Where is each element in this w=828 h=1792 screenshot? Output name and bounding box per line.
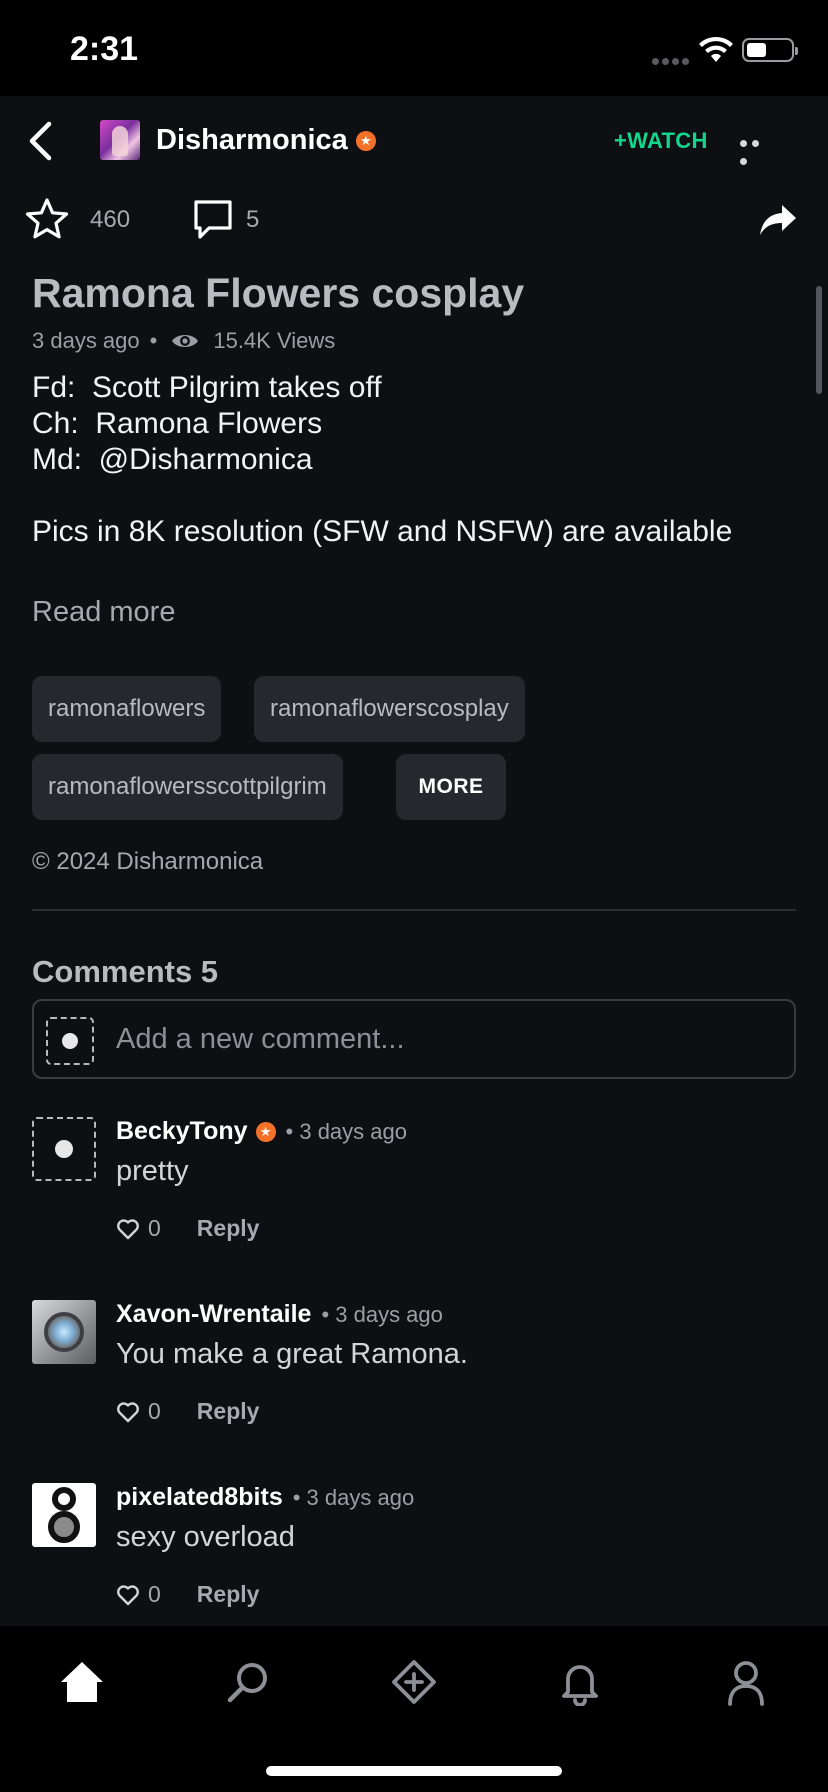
heart-icon[interactable] [116, 1401, 140, 1423]
post-actions: 460 5 [0, 186, 828, 254]
like-count: 0 [148, 1398, 161, 1424]
comment-time: • 3 days ago [285, 1118, 407, 1144]
like-count: 0 [148, 1581, 161, 1607]
post-meta: 3 days ago • 15.4K Views [32, 328, 335, 354]
more-tags-button[interactable]: MORE [396, 754, 506, 820]
create-icon[interactable] [390, 1658, 438, 1706]
more-options-icon[interactable] [740, 134, 774, 165]
signal-icon [652, 52, 692, 65]
commenter-name[interactable]: BeckyTony • 3 days ago [116, 1117, 407, 1146]
comment-item: Xavon-Wrentaile • 3 days ago You make a … [0, 1300, 828, 1483]
post-date: 3 days ago [32, 328, 140, 353]
favorite-count: 460 [90, 206, 131, 233]
status-time: 2:31 [70, 30, 139, 68]
comment-actions: 0 Reply [116, 1398, 259, 1425]
comment-actions: 0 Reply [116, 1581, 259, 1608]
comment-actions: 0 Reply [116, 1215, 259, 1242]
profile-icon[interactable] [722, 1658, 770, 1706]
view-count: 15.4K Views [213, 328, 336, 353]
status-bar: 2:31 [0, 0, 828, 96]
post-title: Ramona Flowers cosplay [32, 270, 525, 316]
author-name[interactable]: Disharmonica [156, 124, 376, 157]
new-comment-input[interactable]: Add a new comment... [32, 999, 796, 1079]
description-spacer [32, 478, 732, 514]
description-line: Md: @Disharmonica [32, 443, 313, 476]
comment-bubble-icon[interactable] [192, 198, 234, 242]
battery-icon [742, 38, 798, 62]
home-icon[interactable] [58, 1658, 106, 1706]
tag-chip[interactable]: ramonaflowersscottpilgrim [32, 754, 343, 820]
back-arrow-icon[interactable] [22, 118, 62, 164]
comment-text: pretty [116, 1155, 189, 1187]
comment-count: 5 [246, 206, 260, 233]
reply-button[interactable]: Reply [197, 1398, 260, 1425]
comment-time: • 3 days ago [321, 1301, 443, 1327]
description-line: Fd: Scott Pilgrim takes off [32, 371, 382, 404]
comment-text: You make a great Ramona. [116, 1338, 468, 1370]
commenter-name-label: Xavon-Wrentaile [116, 1300, 312, 1328]
comment-item: BeckyTony • 3 days ago pretty 0 Reply [0, 1117, 828, 1300]
copyright-text: © 2024 Disharmonica [32, 848, 264, 875]
reply-button[interactable]: Reply [197, 1581, 260, 1608]
notifications-icon[interactable] [556, 1658, 604, 1706]
heart-icon[interactable] [116, 1584, 140, 1606]
reply-button[interactable]: Reply [197, 1215, 260, 1242]
search-icon[interactable] [224, 1658, 272, 1706]
commenter-avatar[interactable] [32, 1483, 96, 1547]
tag-chip[interactable]: ramonaflowerscosplay [254, 676, 525, 742]
commenter-name-label: BeckyTony [116, 1117, 248, 1145]
core-badge-icon [255, 1121, 276, 1142]
scrollbar[interactable] [816, 286, 822, 394]
comment-text: sexy overload [116, 1521, 295, 1553]
share-icon[interactable] [758, 202, 798, 238]
post-description: Fd: Scott Pilgrim takes off Ch: Ramona F… [32, 370, 732, 550]
comment-placeholder: Add a new comment... [116, 1023, 405, 1055]
comment-time: • 3 days ago [292, 1484, 415, 1510]
commenter-name-label: pixelated8bits [116, 1483, 283, 1511]
commenter-avatar[interactable] [32, 1300, 96, 1364]
description-line: Pics in 8K resolution (SFW and NSFW) are… [32, 515, 733, 548]
post-header: Disharmonica +WATCH [0, 96, 828, 186]
read-more-link[interactable]: Read more [32, 596, 175, 629]
watch-button[interactable]: +WATCH [614, 128, 708, 154]
current-user-avatar [46, 1017, 94, 1065]
tag-chip[interactable]: ramonaflowers [32, 676, 222, 742]
eye-icon [172, 335, 199, 347]
core-badge-icon [355, 131, 376, 152]
comments-heading: Comments 5 [32, 954, 219, 989]
heart-icon[interactable] [116, 1218, 140, 1240]
section-divider [32, 909, 796, 911]
description-line: Ch: Ramona Flowers [32, 407, 323, 440]
author-avatar[interactable] [100, 120, 140, 160]
commenter-name[interactable]: Xavon-Wrentaile • 3 days ago [116, 1300, 443, 1329]
author-name-label: Disharmonica [156, 124, 348, 156]
meta-separator: • [149, 328, 158, 353]
favorite-star-icon[interactable] [24, 196, 70, 242]
home-indicator[interactable] [266, 1766, 562, 1776]
wifi-icon [699, 36, 733, 62]
like-count: 0 [148, 1215, 161, 1241]
commenter-avatar[interactable] [32, 1117, 96, 1181]
commenter-name[interactable]: pixelated8bits • 3 days ago [116, 1483, 414, 1512]
